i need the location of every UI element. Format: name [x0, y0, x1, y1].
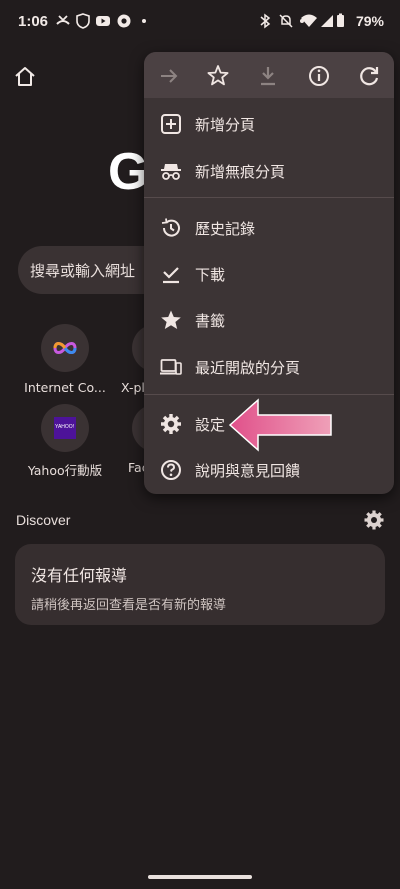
dot-icon [142, 19, 146, 23]
shortcut-icon [41, 324, 89, 372]
shortcut-tile-facebook[interactable]: Fac... [110, 404, 180, 475]
menu-item-new-tab[interactable]: 新增分頁 [144, 101, 394, 147]
history-icon [161, 218, 180, 237]
incognito-icon [161, 164, 181, 180]
refresh-icon[interactable] [356, 63, 382, 89]
shortcut-label: Yahoo行動版 [27, 463, 103, 478]
home-icon[interactable] [12, 64, 38, 90]
downloads-icon [163, 267, 179, 284]
shortcut-tile-yahoo[interactable]: YAHOO! Yahoo行動版 [20, 404, 110, 479]
wifi-icon [301, 14, 317, 27]
menu-item-history[interactable]: 歷史記錄 [144, 205, 394, 251]
mute-bell-icon [279, 14, 293, 28]
google-logo: G [108, 143, 149, 201]
menu-item-label: 新增分頁 [195, 116, 256, 134]
shortcut-label: X-plo... [121, 380, 144, 395]
chrome-icon [117, 14, 131, 28]
empty-feed-card: 沒有任何報導 請稍後再返回查看是否有新的報導 [15, 544, 385, 625]
recent-tabs-icon [160, 359, 182, 375]
shortcut-label: Fac... [128, 460, 144, 475]
youtube-icon [96, 16, 110, 26]
download-icon[interactable] [255, 63, 281, 89]
card-title: 沒有任何報導 [31, 566, 128, 585]
menu-item-label: 下載 [195, 266, 226, 284]
battery-icon [337, 13, 344, 27]
annotation-arrow [228, 398, 332, 452]
menu-item-downloads[interactable]: 下載 [144, 251, 394, 297]
menu-item-bookmarks[interactable]: 書籤 [144, 297, 394, 343]
menu-item-label: 最近開啟的分頁 [195, 359, 301, 377]
search-placeholder: 搜尋或輸入網址 [30, 262, 136, 280]
bookmark-star-icon[interactable] [205, 63, 231, 89]
menu-item-label: 設定 [195, 416, 226, 434]
shortcut-tile-internet-computer[interactable]: Internet Co... [20, 324, 110, 395]
new-tab-icon [161, 114, 181, 134]
menu-divider [144, 197, 394, 198]
battery-percent: 79% [355, 13, 384, 29]
missed-call-icon [56, 15, 70, 25]
gesture-navigation-bar[interactable] [148, 875, 252, 879]
shield-icon [76, 13, 90, 29]
infinity-logo-icon [53, 342, 77, 354]
menu-item-new-incognito-tab[interactable]: 新增無痕分頁 [144, 148, 394, 194]
help-icon [161, 460, 181, 480]
menu-divider [144, 394, 394, 395]
bookmarks-icon [161, 310, 181, 329]
menu-item-label: 新增無痕分頁 [195, 163, 286, 181]
shortcut-tile-xplore[interactable]: X-plo... [110, 324, 180, 395]
menu-item-help-feedback[interactable]: 說明與意見回饋 [144, 447, 394, 493]
forward-icon[interactable] [156, 63, 182, 89]
signal-icon [321, 15, 333, 27]
info-icon[interactable] [306, 63, 332, 89]
settings-icon [161, 414, 181, 434]
shortcut-icon: YAHOO! [41, 404, 89, 452]
status-time: 1:06 [18, 13, 49, 30]
menu-item-label: 書籤 [195, 312, 226, 330]
card-subtitle: 請稍後再返回查看是否有新的報導 [31, 598, 227, 613]
menu-item-label: 說明與意見回饋 [195, 462, 301, 480]
menu-item-recent-tabs[interactable]: 最近開啟的分頁 [144, 344, 394, 390]
menu-item-label: 歷史記錄 [195, 220, 256, 238]
status-bar: 1:06 79% [0, 0, 400, 46]
menu-toolbar [144, 52, 394, 98]
discover-label: Discover [16, 512, 71, 528]
shortcut-label: Internet Co... [24, 380, 106, 395]
discover-settings-gear-icon[interactable] [363, 509, 385, 531]
yahoo-logo-icon: YAHOO! [54, 417, 76, 439]
bluetooth-icon [260, 13, 271, 29]
